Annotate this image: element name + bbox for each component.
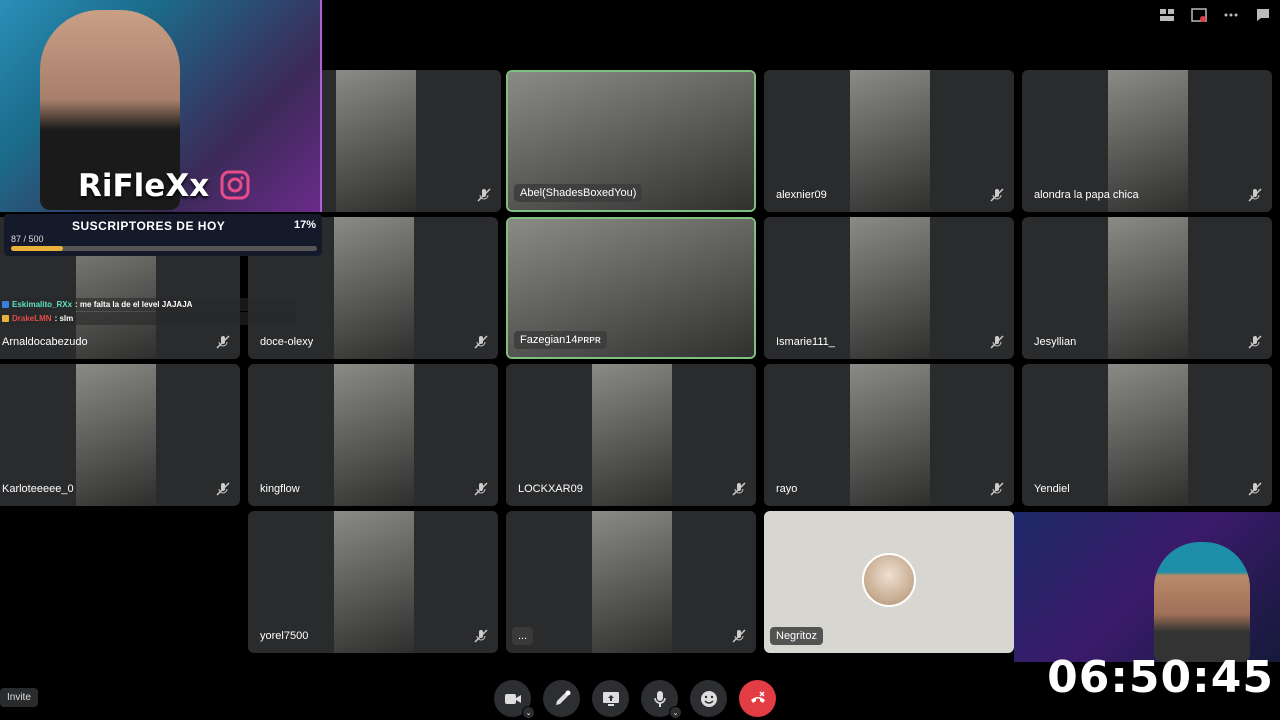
participant-video bbox=[592, 511, 672, 653]
participant-name: ... bbox=[512, 627, 534, 645]
grid-layout-icon[interactable] bbox=[1158, 6, 1176, 24]
participant-name: Fazegian14ᴘʀᴘʀ bbox=[514, 331, 607, 349]
participant-tile[interactable]: alexnier09 bbox=[764, 70, 1014, 212]
activity-rocket-icon bbox=[555, 690, 570, 705]
call-controls: ⌄ ⌄ bbox=[494, 680, 776, 719]
participant-tile[interactable]: kingflow bbox=[248, 364, 498, 506]
microphone-icon bbox=[653, 690, 666, 707]
participant-name: rayo bbox=[776, 483, 798, 495]
chat-icon[interactable] bbox=[1254, 6, 1272, 24]
end-call-button[interactable] bbox=[739, 680, 776, 717]
participant-video bbox=[334, 511, 414, 653]
participant-video bbox=[334, 217, 414, 359]
participant-video bbox=[1108, 364, 1188, 506]
participant-tile[interactable]: ... bbox=[506, 511, 756, 653]
end-call-icon bbox=[750, 690, 765, 703]
screen-share-icon bbox=[602, 691, 619, 706]
mic-muted-icon bbox=[990, 188, 1004, 202]
screen-share-button[interactable] bbox=[592, 680, 629, 717]
participant-name: Arnaldocabezudo bbox=[2, 336, 88, 348]
subscriber-goal: SUSCRIPTORES DE HOY 17% 87 / 500 bbox=[4, 214, 322, 256]
invite-button[interactable]: Invite bbox=[0, 688, 38, 707]
participant-name: doce-olexy bbox=[260, 336, 314, 348]
subs-goal-percent: 17% bbox=[293, 219, 316, 231]
emoji-icon bbox=[700, 690, 717, 707]
participant-name: Jesyllian bbox=[1034, 336, 1077, 348]
participant-tile[interactable]: yorel7500 bbox=[248, 511, 498, 653]
chat-username: Eskimalito_RXx bbox=[12, 300, 73, 309]
mic-muted-icon bbox=[477, 188, 491, 202]
avatar bbox=[862, 553, 916, 607]
more-icon[interactable] bbox=[1222, 6, 1240, 24]
mic-muted-icon bbox=[1248, 188, 1262, 202]
participant-name: Abel(ShadesBoxedYou) bbox=[514, 184, 643, 202]
emoji-button[interactable] bbox=[690, 680, 727, 717]
mic-muted-icon bbox=[216, 335, 230, 349]
camera-button[interactable]: ⌄ bbox=[494, 680, 535, 719]
mic-muted-icon bbox=[990, 482, 1004, 496]
participant-tile[interactable]: LOCKXAR09 bbox=[506, 364, 756, 506]
chat-line: DrakeLMN : slm bbox=[0, 312, 296, 325]
cohost-webcam bbox=[1014, 512, 1280, 662]
participant-video bbox=[850, 217, 930, 359]
participant-tile[interactable]: Fazegian14ᴘʀᴘʀ bbox=[506, 217, 756, 359]
chat-username: DrakeLMN bbox=[12, 314, 52, 323]
mic-muted-icon bbox=[474, 335, 488, 349]
participant-video bbox=[850, 70, 930, 212]
participant-name: Ismarie111_ bbox=[776, 336, 835, 348]
mic-muted-icon bbox=[474, 482, 488, 496]
participant-video bbox=[850, 364, 930, 506]
subs-goal-title: SUSCRIPTORES DE HOY bbox=[72, 219, 226, 233]
camera-icon bbox=[504, 693, 521, 704]
participant-name: alexnier09 bbox=[776, 189, 827, 201]
chat-message: : me falta la de el level JAJAJA bbox=[75, 300, 193, 309]
participant-tile[interactable]: Karloteeeee_0 bbox=[0, 364, 240, 506]
subs-goal-fill bbox=[11, 246, 64, 251]
call-toolbar bbox=[1158, 6, 1272, 24]
participant-tile[interactable]: Abel(ShadesBoxedYou) bbox=[506, 70, 756, 212]
participant-tile[interactable]: alondra la papa chica bbox=[1022, 70, 1272, 212]
mic-muted-icon bbox=[474, 629, 488, 643]
chevron-down-icon[interactable]: ⌄ bbox=[522, 706, 535, 719]
stream-timer: 06:50:45 bbox=[1047, 652, 1274, 703]
participant-name: Yendiel bbox=[1034, 483, 1070, 495]
badge-icon bbox=[2, 315, 9, 322]
mic-muted-icon bbox=[1248, 335, 1262, 349]
chat-line: Eskimalito_RXx : me falta la de el level… bbox=[0, 298, 296, 311]
participant-name: Negritoz bbox=[770, 627, 823, 645]
participant-name: yorel7500 bbox=[260, 630, 309, 642]
participant-tile[interactable]: Jesyllian bbox=[1022, 217, 1272, 359]
chevron-down-icon[interactable]: ⌄ bbox=[669, 706, 682, 719]
streamer-webcam: RiFleXx bbox=[0, 0, 322, 212]
chat-message: : slm bbox=[54, 314, 74, 323]
participant-tile[interactable]: Yendiel bbox=[1022, 364, 1272, 506]
participant-tile[interactable]: rayo bbox=[764, 364, 1014, 506]
subs-goal-count: 87 / 500 bbox=[11, 234, 44, 244]
mic-muted-icon bbox=[732, 629, 746, 643]
participant-video bbox=[334, 364, 414, 506]
badge-icon bbox=[2, 301, 9, 308]
participant-name: Karloteeeee_0 bbox=[2, 483, 74, 495]
participant-name: alondra la papa chica bbox=[1034, 189, 1139, 201]
activity-button[interactable] bbox=[543, 680, 580, 717]
chat-overlay: Eskimalito_RXx : me falta la de el level… bbox=[0, 298, 296, 326]
participant-name: LOCKXAR09 bbox=[518, 483, 583, 495]
participant-video bbox=[1108, 217, 1188, 359]
participant-tile[interactable]: Ismarie111_ bbox=[764, 217, 1014, 359]
mic-muted-icon bbox=[216, 482, 230, 496]
participant-video bbox=[76, 364, 156, 506]
cohost-figure bbox=[1154, 542, 1250, 662]
mic-muted-icon bbox=[990, 335, 1004, 349]
microphone-button[interactable]: ⌄ bbox=[641, 680, 682, 719]
participant-name: kingflow bbox=[260, 483, 300, 495]
popout-icon[interactable] bbox=[1190, 6, 1208, 24]
participant-video bbox=[336, 70, 416, 212]
subs-goal-track bbox=[11, 246, 317, 251]
mic-muted-icon bbox=[732, 482, 746, 496]
participant-video bbox=[592, 364, 672, 506]
streamer-brand: RiFleXx bbox=[78, 168, 210, 204]
mic-muted-icon bbox=[1248, 482, 1262, 496]
instagram-icon bbox=[220, 170, 250, 200]
participant-tile[interactable]: Negritoz bbox=[764, 511, 1014, 653]
